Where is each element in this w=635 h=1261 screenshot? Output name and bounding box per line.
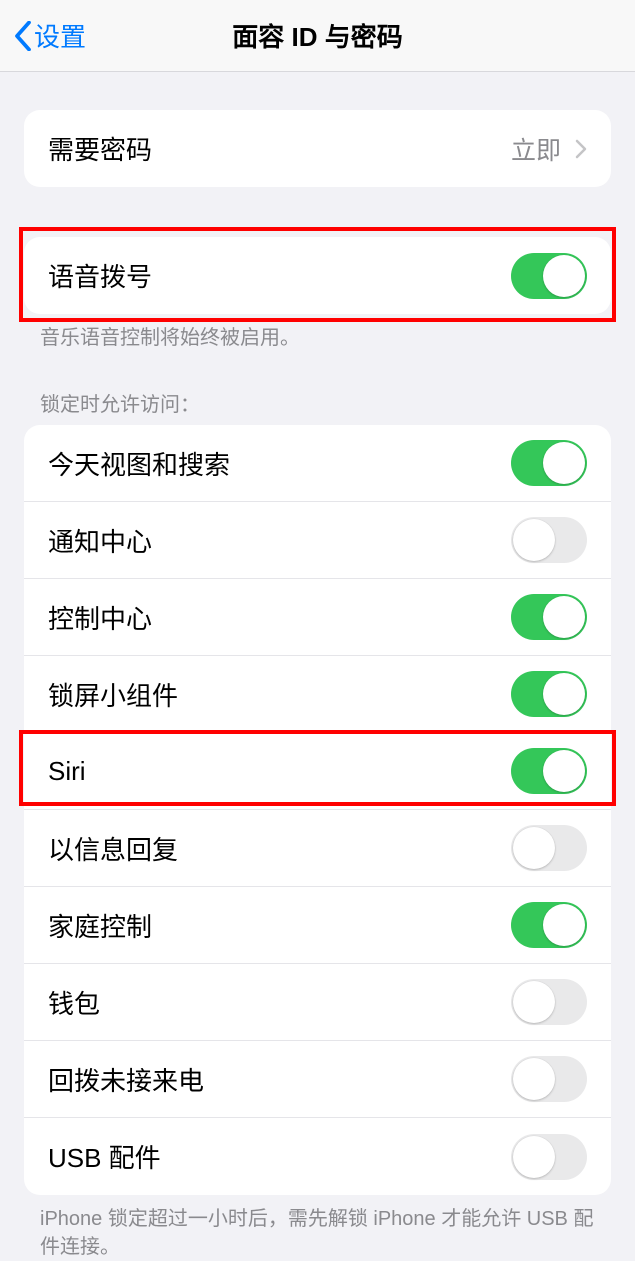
lock-access-row: 回拨未接来电 xyxy=(24,1041,611,1118)
lock-section-header: 锁定时允许访问： xyxy=(40,388,595,417)
lock-access-label: 通知中心 xyxy=(48,522,511,559)
voice-dial-label: 语音拨号 xyxy=(48,257,511,294)
lock-access-switch[interactable] xyxy=(511,748,587,794)
lock-access-row: 钱包 xyxy=(24,964,611,1041)
lock-access-row: 以信息回复 xyxy=(24,810,611,887)
lock-access-label: Siri xyxy=(48,756,511,787)
lock-access-label: 锁屏小组件 xyxy=(48,676,511,713)
back-button[interactable]: 设置 xyxy=(14,17,86,54)
lock-access-row: 今天视图和搜索 xyxy=(24,425,611,502)
lock-access-label: 控制中心 xyxy=(48,599,511,636)
require-passcode-value: 立即 xyxy=(511,131,561,167)
lock-access-switch[interactable] xyxy=(511,825,587,871)
lock-access-label: 今天视图和搜索 xyxy=(48,445,511,482)
lock-access-switch[interactable] xyxy=(511,979,587,1025)
passcode-group: 需要密码 立即 xyxy=(24,110,611,187)
chevron-left-icon xyxy=(14,21,32,51)
lock-access-row: 家庭控制 xyxy=(24,887,611,964)
voice-dial-switch[interactable] xyxy=(511,253,587,299)
lock-access-switch[interactable] xyxy=(511,671,587,717)
lock-access-row: 锁屏小组件 xyxy=(24,656,611,733)
voice-dial-footnote: 音乐语音控制将始终被启用。 xyxy=(40,324,595,352)
lock-access-label: 回拨未接来电 xyxy=(48,1061,511,1098)
lock-access-switch[interactable] xyxy=(511,902,587,948)
lock-access-label: 家庭控制 xyxy=(48,907,511,944)
back-label: 设置 xyxy=(34,17,86,54)
lock-access-switch[interactable] xyxy=(511,1056,587,1102)
lock-access-switch[interactable] xyxy=(511,440,587,486)
voice-dial-group: 语音拨号 xyxy=(24,237,611,314)
lock-access-label: 钱包 xyxy=(48,984,511,1021)
lock-access-label: USB 配件 xyxy=(48,1138,511,1175)
lock-access-row: 控制中心 xyxy=(24,579,611,656)
header: 设置 面容 ID 与密码 xyxy=(0,0,635,72)
chevron-right-icon xyxy=(575,139,587,159)
lock-access-switch[interactable] xyxy=(511,594,587,640)
voice-dial-row: 语音拨号 xyxy=(24,237,611,314)
require-passcode-row[interactable]: 需要密码 立即 xyxy=(24,110,611,187)
lock-access-row: USB 配件 xyxy=(24,1118,611,1195)
page-title: 面容 ID 与密码 xyxy=(0,17,635,54)
lock-access-row: Siri xyxy=(24,733,611,810)
require-passcode-label: 需要密码 xyxy=(48,130,511,167)
lock-access-row: 通知中心 xyxy=(24,502,611,579)
lock-access-switch[interactable] xyxy=(511,1134,587,1180)
lock-access-switch[interactable] xyxy=(511,517,587,563)
lock-access-label: 以信息回复 xyxy=(48,830,511,867)
lock-access-group: 今天视图和搜索通知中心控制中心锁屏小组件 Siri 以信息回复家庭控制钱包回拨未接来… xyxy=(24,425,611,1195)
